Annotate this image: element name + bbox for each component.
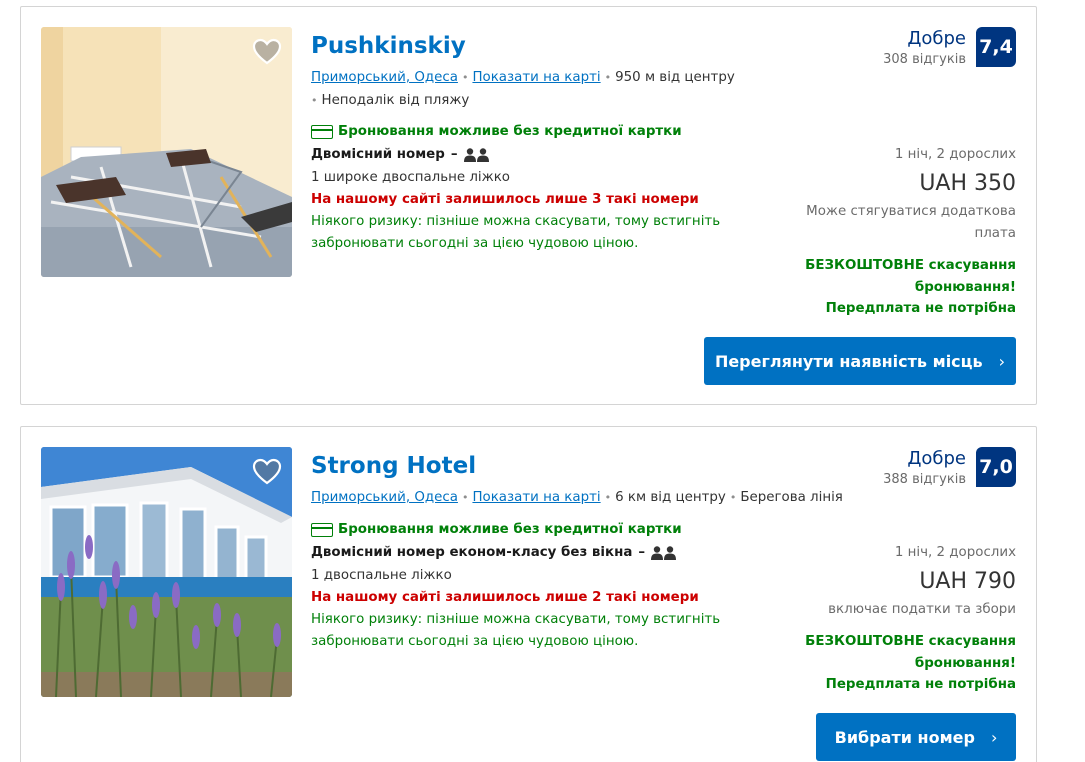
chevron-right-icon: › [990,727,998,747]
separator-dot: • [604,491,612,504]
separator-dot: • [461,491,469,504]
property-photo[interactable] [41,27,292,277]
two-persons-icon [651,545,677,560]
review-verdict: Добре [907,28,966,49]
free-cancellation: БЕЗКОШТОВНЕ скасування бронювання! [805,258,1016,295]
no-prepayment: Передплата не потрібна [825,677,1016,692]
room-dash: – [638,545,646,560]
rooms-left-warning: На нашому сайті залишилось лише 2 такі н… [311,590,699,605]
price: UAH 790 [919,569,1016,594]
favorite-heart-icon[interactable] [252,457,282,487]
separator-dot: • [311,94,318,107]
no-credit-card-label: Бронювання можливе без кредитної картки [338,124,682,139]
favorite-heart-icon[interactable] [252,37,282,67]
credit-card-icon [311,124,333,139]
room-dash: – [450,147,458,162]
no-credit-card-badge: Бронювання можливе без кредитної картки [311,124,682,139]
property-title-link[interactable]: Pushkinskiy [311,33,466,59]
credit-card-icon [311,522,333,537]
room-type: Двомісний номер – [311,147,490,162]
property-photo[interactable] [41,447,292,697]
beach-nearby-label: Неподалік від пляжу [321,93,470,108]
separator-dot: • [461,71,469,84]
price-note: Може стягуватися додаткова плата [806,204,1016,241]
distance-from-center: 6 км від центру [615,490,726,505]
property-card: Strong Hotel Приморський, Одеса • Показати… [20,426,1037,762]
stay-guests: 1 ніч, 2 дорослих [894,147,1016,162]
review-count[interactable]: 388 відгуків [883,472,966,487]
property-card: Pushkinskiy Приморський, Одеса • Показати … [20,6,1037,405]
location-link[interactable]: Приморський, Одеса [311,70,458,85]
risk-free-note: Ніякого ризику: пізніше можна скасувати,… [311,612,721,649]
cta-label: Вибрати номер [834,727,975,747]
no-credit-card-badge: Бронювання можливе без кредитної картки [311,522,682,537]
beachfront-tag: Берегова лінія [740,490,843,505]
location-line: Приморський, Одеса • Показати на карті • 6 к… [311,490,843,505]
stay-guests: 1 ніч, 2 дорослих [894,545,1016,560]
review-score-badge: 7,4 [976,27,1016,67]
price: UAH 350 [919,171,1016,196]
no-credit-card-label: Бронювання можливе без кредитної картки [338,522,682,537]
review-count[interactable]: 308 відгуків [883,52,966,67]
show-on-map-link[interactable]: Показати на карті [472,70,600,85]
show-on-map-link[interactable]: Показати на карті [472,490,600,505]
distance-from-center: 950 м від центру [615,70,735,85]
separator-dot: • [604,71,612,84]
location-link[interactable]: Приморський, Одеса [311,490,458,505]
review-verdict: Добре [907,448,966,469]
no-prepayment: Передплата не потрібна [825,301,1016,316]
bed-type: 1 двоспальне ліжко [311,568,452,583]
two-persons-icon [463,147,489,162]
select-room-button[interactable]: Вибрати номер › [816,713,1016,761]
chevron-right-icon: › [998,351,1006,371]
price-note: включає податки та збори [828,602,1016,617]
cta-label: Переглянути наявність місць [714,351,983,371]
review-score-badge: 7,0 [976,447,1016,487]
property-title-link[interactable]: Strong Hotel [311,453,476,479]
nearby-line: • Неподалік від пляжу [311,93,469,108]
rooms-left-warning: На нашому сайті залишилось лише 3 такі н… [311,192,699,207]
room-type: Двомісний номер економ-класу без вікна – [311,545,677,560]
risk-free-note: Ніякого ризику: пізніше можна скасувати,… [311,214,721,251]
free-cancellation: БЕЗКОШТОВНЕ скасування бронювання! [805,634,1016,671]
see-availability-button[interactable]: Переглянути наявність місць › [704,337,1016,385]
room-type-label: Двомісний номер економ-класу без вікна [311,545,633,560]
separator-dot: • [729,491,737,504]
location-line: Приморський, Одеса • Показати на карті • 950… [311,70,735,85]
bed-type: 1 широке двоспальне ліжко [311,170,510,185]
room-type-label: Двомісний номер [311,147,445,162]
